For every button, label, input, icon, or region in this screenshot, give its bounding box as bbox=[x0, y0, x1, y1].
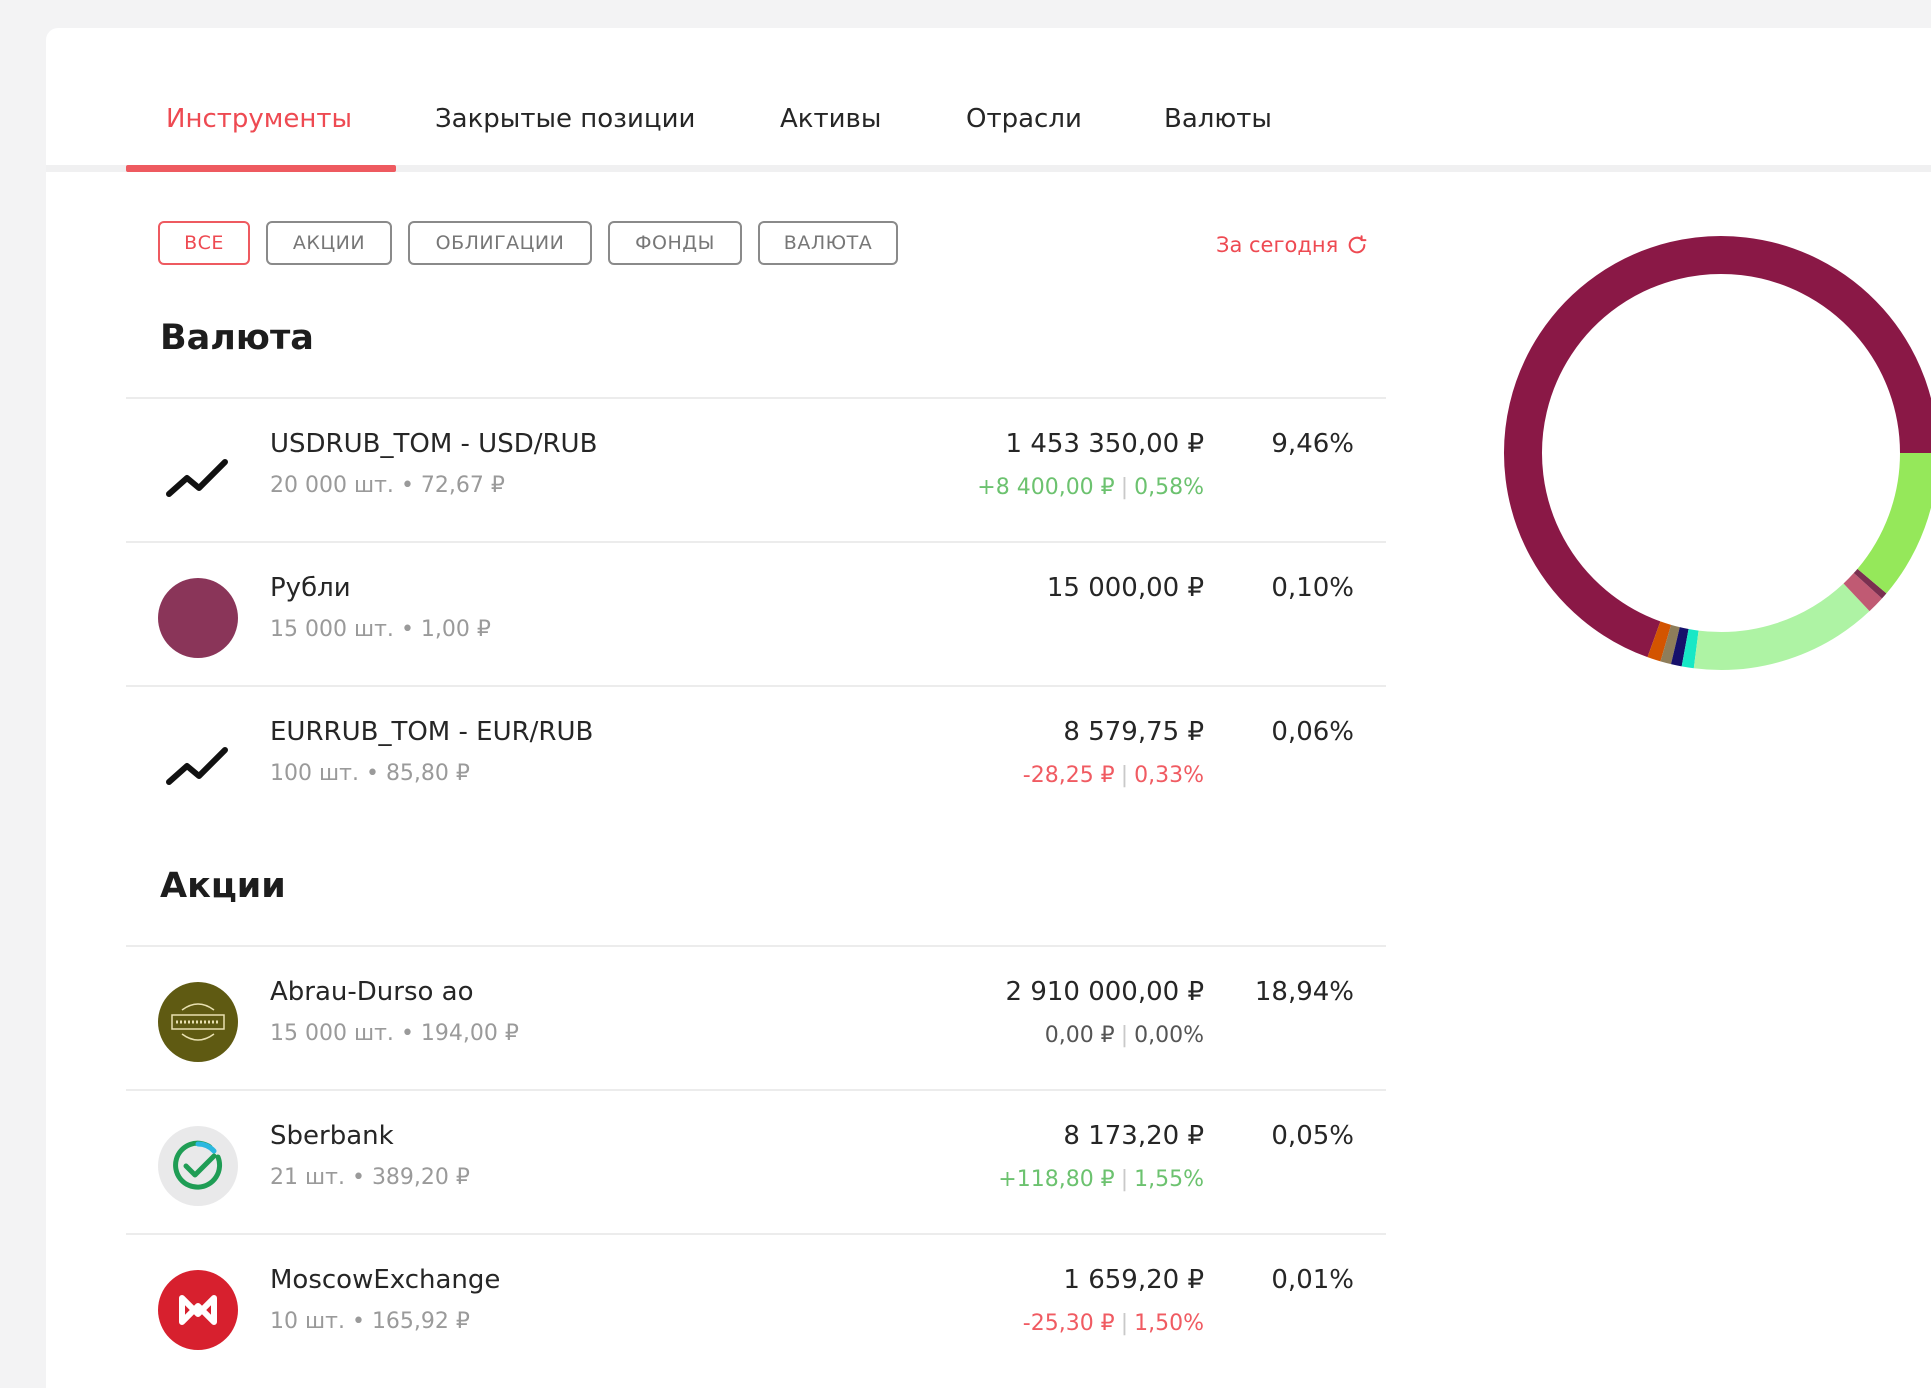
donut-segment bbox=[1843, 572, 1882, 612]
instrument-value: 15 000,00 ₽ bbox=[1046, 573, 1204, 603]
instrument-qty-price: 21 шт. • 389,20 ₽ bbox=[270, 1165, 470, 1190]
portfolio-card: Инструменты Закрытые позиции Активы Отра… bbox=[46, 28, 1931, 1388]
instrument-share: 0,05% bbox=[1271, 1121, 1354, 1151]
instrument-value: 8 173,20 ₽ bbox=[1063, 1121, 1204, 1151]
active-tab-indicator bbox=[126, 165, 396, 172]
donut-segment bbox=[1693, 583, 1870, 670]
instrument-qty-price: 20 000 шт. • 72,67 ₽ bbox=[270, 473, 505, 498]
instrument-name: USDRUB_TOM - USD/RUB bbox=[270, 429, 598, 459]
instrument-row[interactable]: Abrau-Durso ao 15 000 шт. • 194,00 ₽ 2 9… bbox=[126, 945, 1386, 1089]
instrument-name: Abrau-Durso ao bbox=[270, 977, 474, 1007]
instrument-name: MoscowExchange bbox=[270, 1265, 501, 1295]
filter-all[interactable]: ВСЕ bbox=[158, 221, 250, 265]
instrument-value: 1 659,20 ₽ bbox=[1063, 1265, 1204, 1295]
donut-segment bbox=[1853, 568, 1887, 599]
instrument-share: 0,01% bbox=[1271, 1265, 1354, 1295]
ruble-circle-icon bbox=[158, 578, 238, 658]
instrument-change: -25,30 ₽ | 1,50% bbox=[1022, 1311, 1204, 1336]
instrument-name: Рубли bbox=[270, 573, 351, 603]
instrument-row[interactable]: EURRUB_TOM - EUR/RUB 100 шт. • 85,80 ₽ 8… bbox=[126, 685, 1386, 829]
instrument-change: -28,25 ₽ | 0,33% bbox=[1022, 763, 1204, 788]
donut-segment bbox=[1671, 627, 1689, 667]
instrument-qty-price: 10 шт. • 165,92 ₽ bbox=[270, 1309, 470, 1334]
instrument-change: +8 400,00 ₽ | 0,58% bbox=[977, 475, 1204, 500]
filter-stocks[interactable]: АКЦИИ bbox=[266, 221, 392, 265]
instrument-value: 2 910 000,00 ₽ bbox=[1005, 977, 1204, 1007]
tab-closed-positions[interactable]: Закрытые позиции bbox=[435, 104, 695, 172]
donut-segment bbox=[1660, 624, 1680, 665]
period-label: За сегодня bbox=[1216, 233, 1339, 257]
instrument-change: 0,00 ₽ | 0,00% bbox=[1044, 1023, 1204, 1048]
donut-segment bbox=[1647, 621, 1672, 662]
section-title-currency: Валюта bbox=[160, 318, 314, 358]
abrau-durso-logo-icon bbox=[158, 982, 238, 1062]
instrument-change: +118,80 ₽ | 1,55% bbox=[998, 1167, 1204, 1192]
instrument-name: EURRUB_TOM - EUR/RUB bbox=[270, 717, 594, 747]
filter-funds[interactable]: ФОНДЫ bbox=[608, 221, 742, 265]
allocation-donut-chart bbox=[1504, 236, 1931, 670]
period-selector[interactable]: За сегодня bbox=[1216, 228, 1368, 262]
instrument-share: 0,10% bbox=[1271, 573, 1354, 603]
tab-industries[interactable]: Отрасли bbox=[966, 104, 1082, 172]
tab-bar: Инструменты Закрытые позиции Активы Отра… bbox=[46, 28, 1931, 172]
tab-currencies[interactable]: Валюты bbox=[1164, 104, 1272, 172]
donut-segment bbox=[1857, 452, 1931, 594]
trend-icon bbox=[158, 434, 238, 514]
filter-currency[interactable]: ВАЛЮТА bbox=[758, 221, 898, 265]
instrument-row[interactable]: MoscowExchange 10 шт. • 165,92 ₽ 1 659,2… bbox=[126, 1233, 1386, 1377]
instrument-share: 9,46% bbox=[1271, 429, 1354, 459]
refresh-icon bbox=[1348, 235, 1367, 254]
instrument-row[interactable]: USDRUB_TOM - USD/RUB 20 000 шт. • 72,67 … bbox=[126, 397, 1386, 541]
moex-logo-icon bbox=[158, 1270, 238, 1350]
instrument-value: 8 579,75 ₽ bbox=[1063, 717, 1204, 747]
instrument-qty-price: 100 шт. • 85,80 ₽ bbox=[270, 761, 470, 786]
tab-instruments[interactable]: Инструменты bbox=[166, 104, 352, 172]
instrument-share: 0,06% bbox=[1271, 717, 1354, 747]
section-title-stocks: Акции bbox=[160, 866, 286, 906]
donut-segment bbox=[1681, 629, 1699, 669]
instrument-share: 18,94% bbox=[1254, 977, 1354, 1007]
instrument-row[interactable]: Sberbank 21 шт. • 389,20 ₽ 8 173,20 ₽ +1… bbox=[126, 1089, 1386, 1233]
tab-assets[interactable]: Активы bbox=[780, 104, 881, 172]
instrument-name: Sberbank bbox=[270, 1121, 394, 1151]
trend-icon bbox=[158, 722, 238, 802]
instrument-row[interactable]: Рубли 15 000 шт. • 1,00 ₽ 15 000,00 ₽ 0,… bbox=[126, 541, 1386, 685]
sberbank-logo-icon bbox=[158, 1126, 238, 1206]
instrument-qty-price: 15 000 шт. • 194,00 ₽ bbox=[270, 1021, 519, 1046]
instrument-value: 1 453 350,00 ₽ bbox=[1005, 429, 1204, 459]
instrument-qty-price: 15 000 шт. • 1,00 ₽ bbox=[270, 617, 491, 642]
filter-bonds[interactable]: ОБЛИГАЦИИ bbox=[408, 221, 592, 265]
allocation-donut bbox=[1476, 208, 1931, 698]
